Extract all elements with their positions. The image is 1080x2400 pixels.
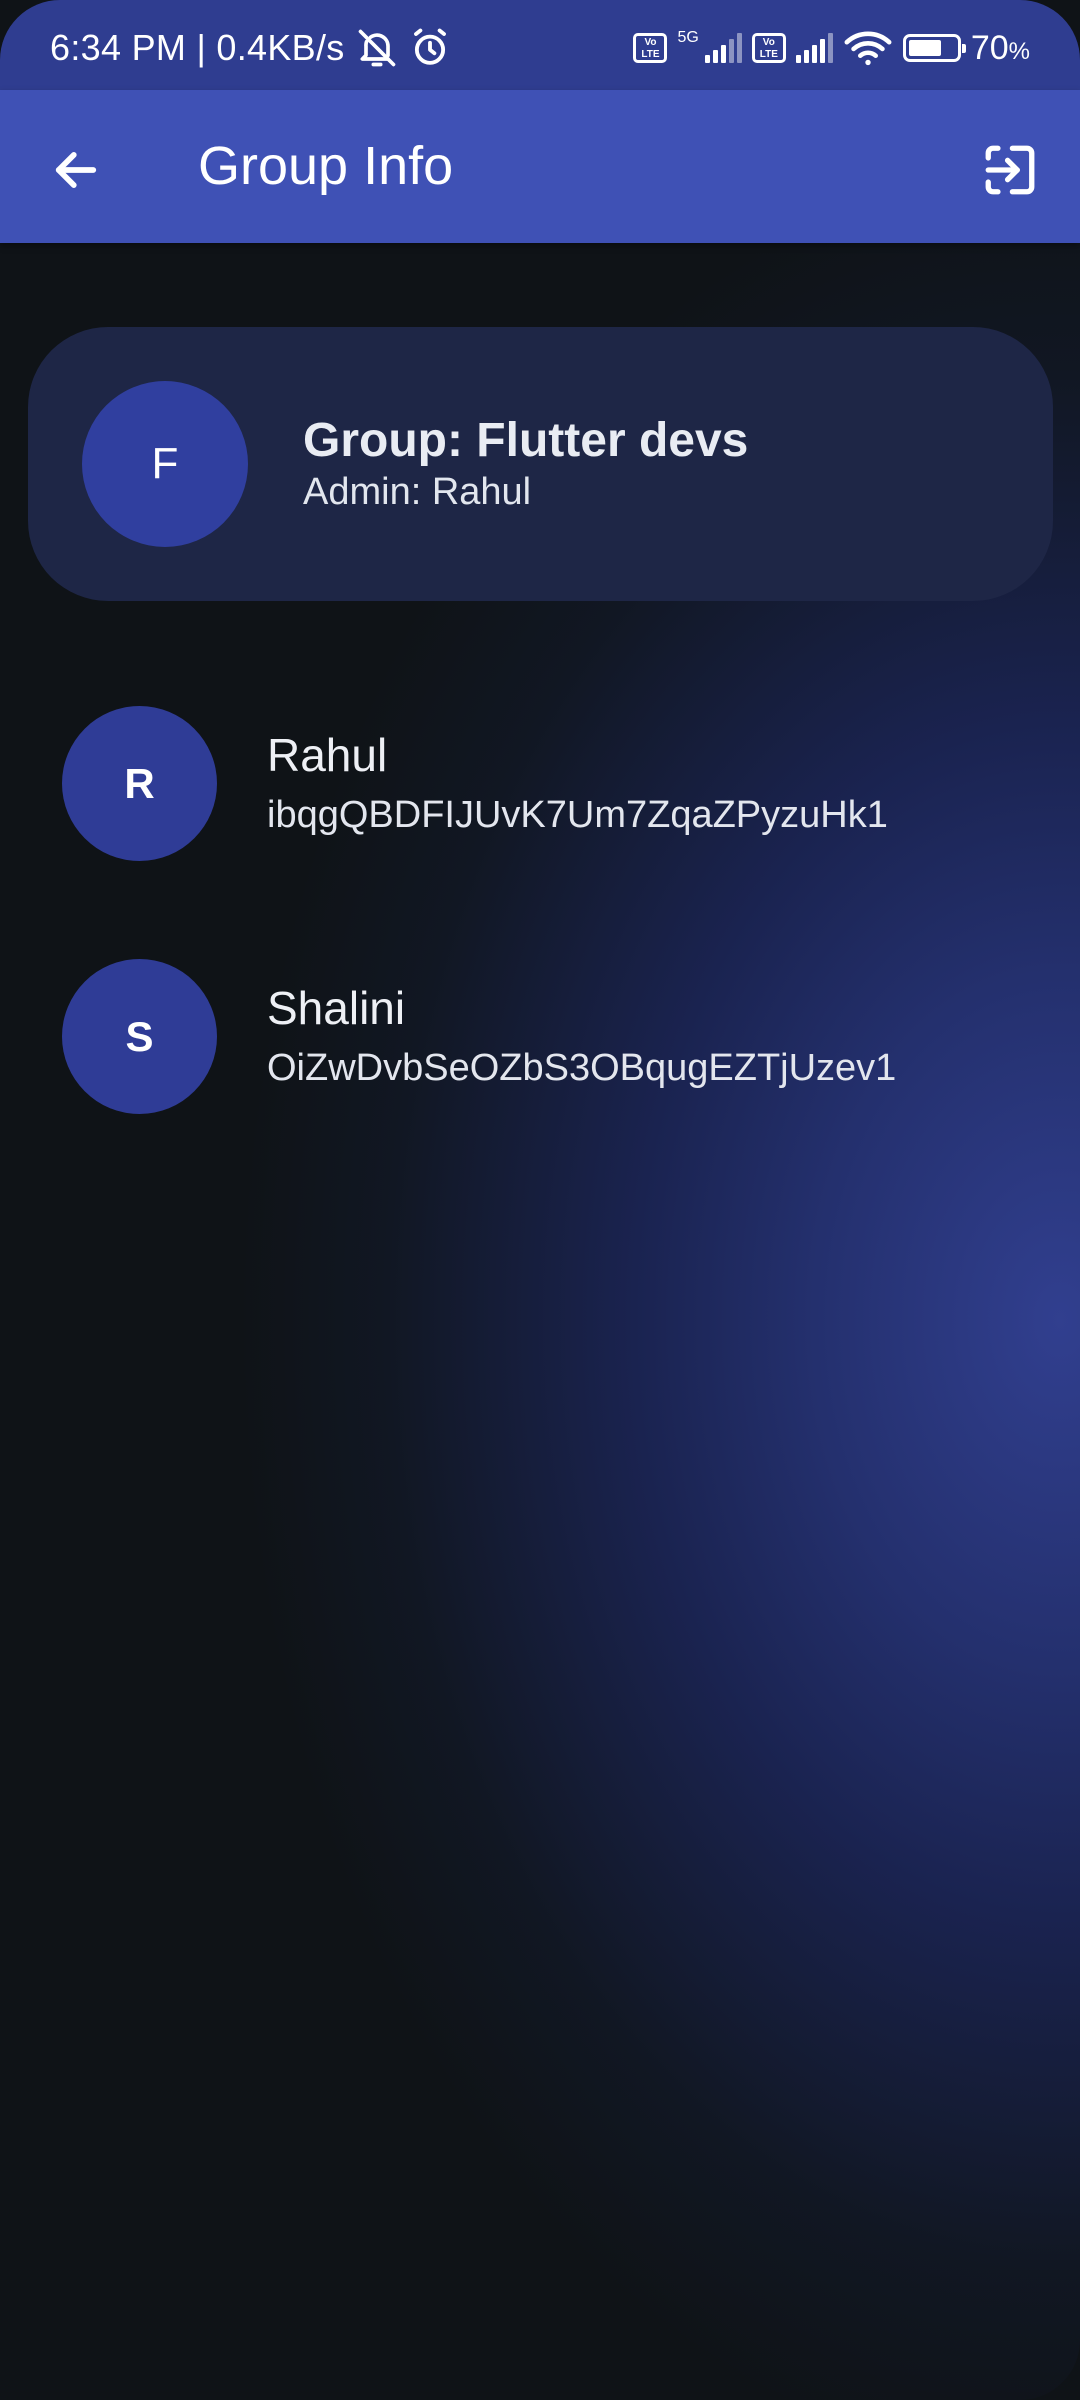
back-arrow-icon [50, 144, 102, 196]
exit-group-button[interactable] [968, 128, 1052, 212]
member-id: ibqgQBDFIJUvK7Um7ZqaZPyzuHk1 [267, 794, 888, 836]
status-left: 6:34 PM | 0.4KB/s [50, 0, 451, 96]
group-admin: Admin: Rahul [303, 471, 532, 513]
battery-percent-unit: % [1008, 37, 1030, 65]
group-name: Group: Flutter devs [303, 414, 749, 467]
battery-fill [908, 40, 942, 56]
battery-percent-value: 70 [970, 28, 1009, 67]
status-right: Vo LTE 5G Vo LTE 70% [633, 0, 1030, 96]
member-list-item[interactable]: R Rahul ibqgQBDFIJUvK7Um7ZqaZPyzuHk1 [0, 706, 1080, 866]
member-avatar: S [62, 959, 217, 1114]
page-title: Group Info [198, 136, 454, 196]
signal-icon [704, 33, 742, 63]
member-id: OiZwDvbSeOZbS3OBqugEZTjUzev1 [267, 1047, 897, 1089]
back-button[interactable] [36, 130, 116, 210]
member-name: Rahul [267, 729, 388, 781]
group-info-card: F Group: Flutter devs Admin: Rahul [28, 327, 1053, 601]
battery-percent: 70% [971, 29, 1030, 68]
wifi-icon [843, 28, 893, 68]
screen: 6:34 PM | 0.4KB/s Vo LTE 5G Vo LTE 70% G… [0, 0, 1080, 2400]
group-avatar: F [82, 381, 248, 547]
member-avatar: R [62, 706, 217, 861]
member-list-item[interactable]: S Shalini OiZwDvbSeOZbS3OBqugEZTjUzev1 [0, 959, 1080, 1119]
status-bar: 6:34 PM | 0.4KB/s Vo LTE 5G Vo LTE 70% [0, 0, 1080, 90]
alarm-icon [409, 27, 451, 69]
volte-icon: Vo LTE [633, 33, 668, 63]
network-5g-label: 5G [677, 29, 699, 46]
exit-icon [981, 141, 1039, 199]
app-bar: Group Info [0, 90, 1080, 243]
battery-icon [902, 34, 966, 62]
volte-icon-2: Vo LTE [751, 33, 786, 63]
member-name: Shalini [267, 982, 406, 1034]
time-speed-text: 6:34 PM | 0.4KB/s [50, 27, 345, 68]
mute-bell-icon [355, 26, 399, 70]
signal-icon-2 [795, 33, 833, 63]
